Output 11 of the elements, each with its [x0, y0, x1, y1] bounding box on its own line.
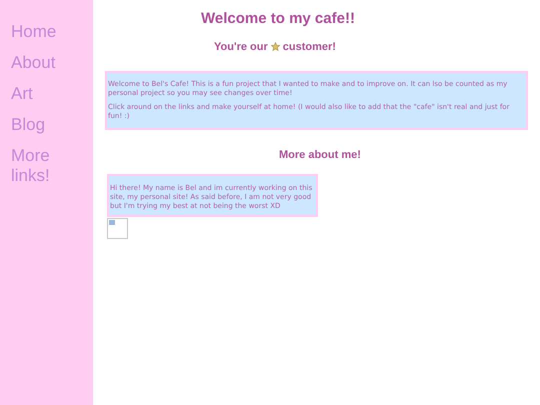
subtitle-text: You're our [214, 40, 268, 54]
nav-link[interactable]: Home [11, 22, 71, 42]
subtitle-text: customer! [282, 40, 336, 54]
section-heading: More about me! [279, 148, 362, 163]
broken-image-icon [107, 218, 128, 238]
nav-link[interactable]: About [11, 53, 71, 73]
nav-link[interactable]: Art [11, 84, 71, 104]
star-icon [270, 42, 280, 52]
nav-link[interactable]: More links! [11, 146, 71, 186]
nav-link[interactable]: Blog [11, 115, 71, 135]
page-title: Welcome to my cafe!! [201, 9, 356, 29]
